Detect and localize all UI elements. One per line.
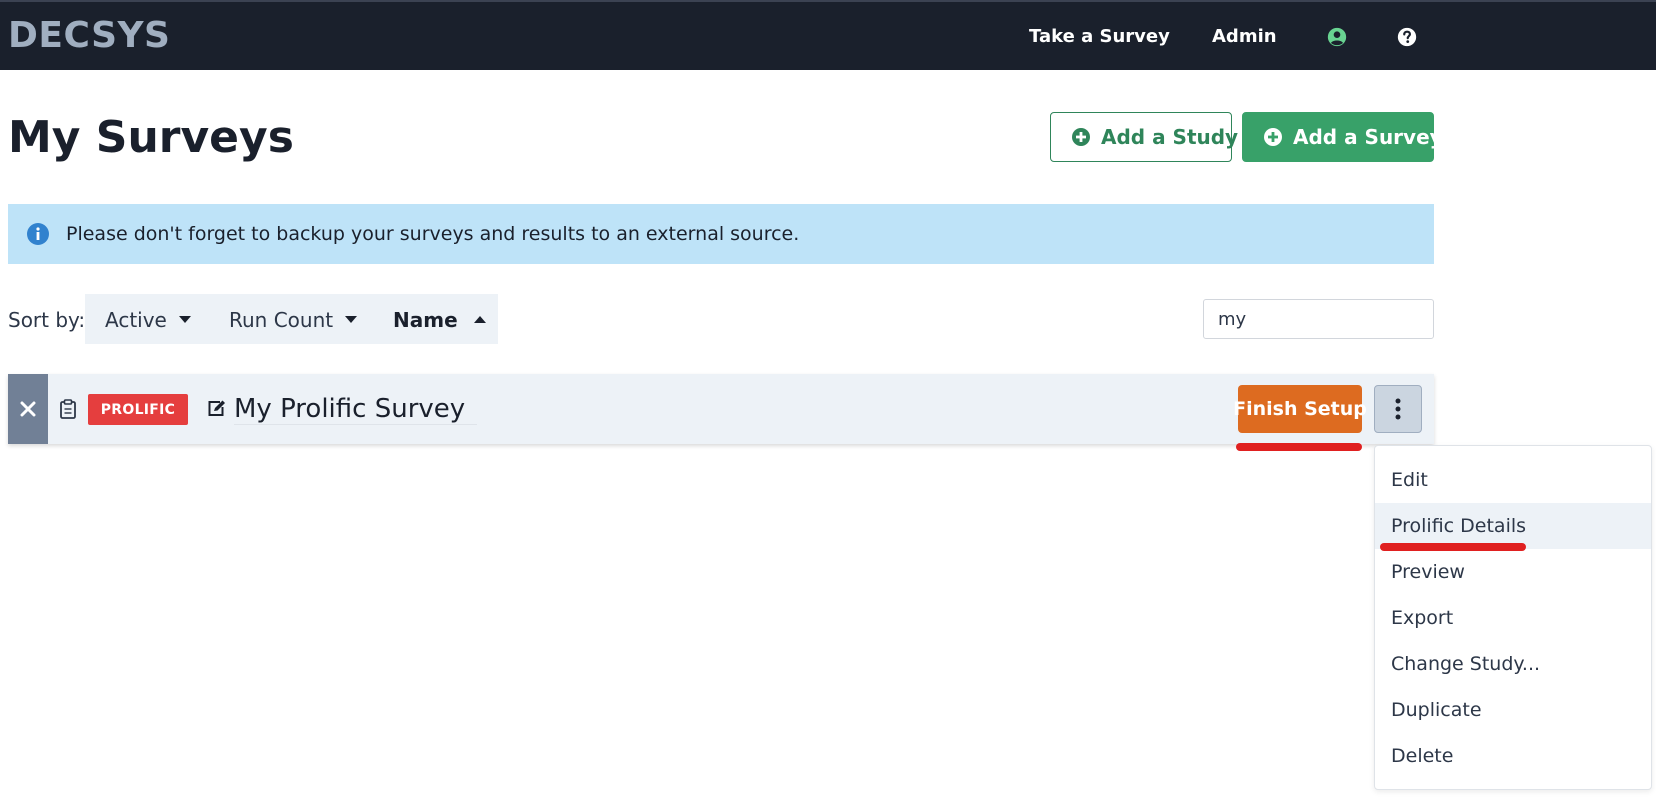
caret-down-icon — [178, 316, 191, 323]
sort-label: Sort by: — [8, 308, 86, 332]
info-circle-icon — [27, 223, 49, 245]
add-survey-button[interactable]: Add a Survey — [1242, 112, 1443, 162]
menu-item-export[interactable]: Export — [1375, 595, 1651, 641]
survey-row: PROLIFIC My Prolific Survey Finish Setup — [8, 374, 1434, 444]
survey-options-menu: Edit Prolific Details Preview Export Cha… — [1374, 445, 1652, 790]
menu-item-duplicate[interactable]: Duplicate — [1375, 687, 1651, 733]
vertical-dots-icon — [1395, 398, 1401, 420]
add-survey-label: Add a Survey — [1293, 125, 1443, 149]
sort-run-count-label: Run Count — [229, 308, 334, 332]
menu-item-edit[interactable]: Edit — [1375, 457, 1651, 503]
question-circle-icon[interactable] — [1396, 26, 1418, 48]
menu-item-delete[interactable]: Delete — [1375, 733, 1651, 779]
caret-up-icon — [473, 316, 486, 323]
top-navbar: DECSYS Take a Survey Admin — [0, 0, 1656, 70]
edit-icon[interactable] — [207, 399, 227, 417]
sort-bar: Active Run Count Name — [85, 294, 498, 344]
caret-down-icon — [345, 316, 358, 323]
clipboard-icon[interactable] — [60, 399, 76, 419]
sort-name[interactable]: Name — [393, 308, 486, 332]
plus-circle-icon — [1072, 128, 1090, 146]
nav-take-survey[interactable]: Take a Survey — [1029, 26, 1170, 47]
annotation-underline — [1236, 443, 1362, 451]
add-study-button[interactable]: Add a Study — [1050, 112, 1238, 162]
menu-item-preview[interactable]: Preview — [1375, 549, 1651, 595]
sort-active[interactable]: Active — [105, 308, 191, 332]
sort-run-count[interactable]: Run Count — [229, 308, 358, 332]
plus-circle-icon — [1264, 128, 1282, 146]
search-input[interactable] — [1203, 299, 1434, 339]
close-icon — [20, 401, 36, 417]
add-study-label: Add a Study — [1101, 125, 1239, 149]
close-button[interactable] — [8, 374, 48, 444]
sort-name-label: Name — [393, 308, 458, 332]
brand-logo[interactable]: DECSYS — [8, 15, 171, 56]
sort-active-label: Active — [105, 308, 167, 332]
survey-name[interactable]: My Prolific Survey — [234, 394, 478, 425]
nav-admin[interactable]: Admin — [1212, 26, 1277, 47]
more-options-button[interactable] — [1374, 385, 1422, 433]
annotation-underline — [1380, 543, 1526, 551]
backup-alert: Please don't forget to backup your surve… — [8, 204, 1434, 264]
user-circle-icon[interactable] — [1326, 26, 1348, 48]
prolific-badge: PROLIFIC — [88, 394, 188, 425]
menu-item-change-study[interactable]: Change Study... — [1375, 641, 1651, 687]
finish-setup-button[interactable]: Finish Setup — [1233, 385, 1367, 433]
page-title: My Surveys — [8, 112, 294, 163]
alert-text: Please don't forget to backup your surve… — [66, 223, 800, 245]
